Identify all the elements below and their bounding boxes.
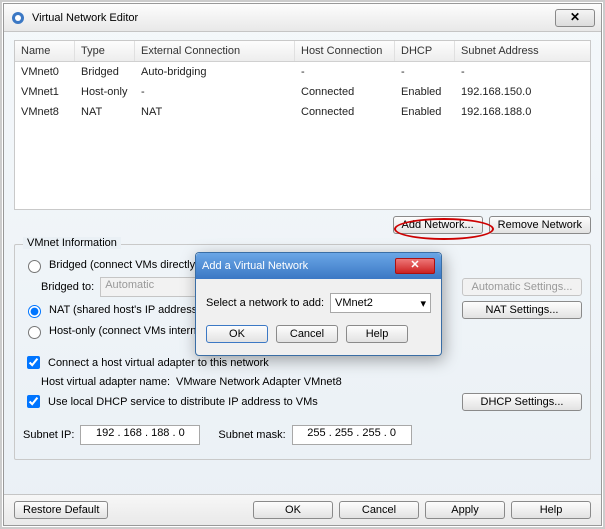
group-title: VMnet Information [23,237,121,249]
connect-adapter-checkbox[interactable] [27,356,40,369]
dialog-prompt: Select a network to add: [206,297,324,309]
cancel-button[interactable]: Cancel [339,501,419,519]
col-subnet: Subnet Address [455,41,591,61]
use-dhcp-checkbox[interactable] [27,395,40,408]
window-close-button[interactable]: ✕ [555,9,595,27]
col-type: Type [75,41,135,61]
vmnet-table[interactable]: Name Type External Connection Host Conne… [14,40,591,210]
window-title: Virtual Network Editor [32,12,555,24]
restore-default-button[interactable]: Restore Default [14,501,108,519]
automatic-settings-button[interactable]: Automatic Settings... [462,278,582,296]
table-row[interactable]: VMnet8 NAT NAT Connected Enabled 192.168… [15,102,590,122]
dialog-help-button[interactable]: Help [346,325,408,343]
chevron-down-icon: ▾ [420,297,426,310]
table-row[interactable]: VMnet0 Bridged Auto-bridging - - - [15,62,590,82]
titlebar: Virtual Network Editor ✕ [4,4,601,32]
col-dhcp: DHCP [395,41,455,61]
nat-radio[interactable] [28,305,41,318]
network-select[interactable]: VMnet2 ▾ [330,293,431,313]
remove-network-button[interactable]: Remove Network [489,216,591,234]
subnet-ip-label: Subnet IP: [23,429,74,441]
dialog-title: Add a Virtual Network [202,260,308,272]
dhcp-settings-button[interactable]: DHCP Settings... [462,393,582,411]
add-network-button[interactable]: Add Network... [393,216,483,234]
subnet-ip-input[interactable]: 192 . 168 . 188 . 0 [80,425,200,445]
app-icon [10,10,26,26]
dialog-cancel-button[interactable]: Cancel [276,325,338,343]
use-dhcp-label: Use local DHCP service to distribute IP … [48,396,318,408]
table-header: Name Type External Connection Host Conne… [15,41,590,62]
bridged-radio[interactable] [28,260,41,273]
subnet-mask-input[interactable]: 255 . 255 . 255 . 0 [292,425,412,445]
table-row[interactable]: VMnet1 Host-only - Connected Enabled 192… [15,82,590,102]
dialog-titlebar: Add a Virtual Network ✕ [196,253,441,279]
dialog-ok-button[interactable]: OK [206,325,268,343]
col-external: External Connection [135,41,295,61]
dialog-close-button[interactable]: ✕ [395,258,435,274]
hostonly-radio[interactable] [28,326,41,339]
col-host: Host Connection [295,41,395,61]
nat-settings-button[interactable]: NAT Settings... [462,301,582,319]
bottom-button-bar: Restore Default OK Cancel Apply Help [4,494,601,525]
help-button[interactable]: Help [511,501,591,519]
adapter-name-label: Host virtual adapter name: [41,376,170,388]
adapter-name-value: VMware Network Adapter VMnet8 [176,376,342,388]
apply-button[interactable]: Apply [425,501,505,519]
subnet-mask-label: Subnet mask: [218,429,285,441]
col-name: Name [15,41,75,61]
ok-button[interactable]: OK [253,501,333,519]
add-virtual-network-dialog: Add a Virtual Network ✕ Select a network… [195,252,442,356]
connect-adapter-label: Connect a host virtual adapter to this n… [48,357,269,369]
bridged-to-label: Bridged to: [41,281,94,293]
